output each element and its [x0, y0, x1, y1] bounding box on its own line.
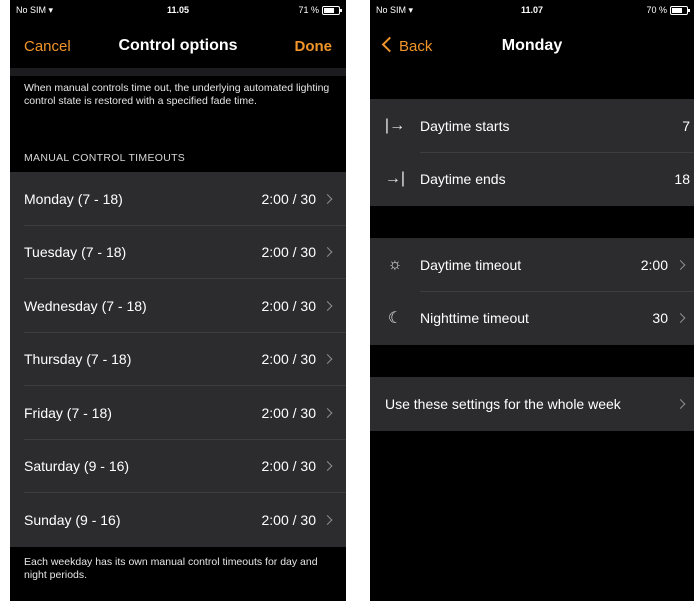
done-button[interactable]: Done: [295, 38, 333, 55]
sun-icon: ☼: [387, 255, 403, 273]
control-options-screen: No SIM ▾ 11.05 71 % Cancel Control optio…: [10, 0, 346, 601]
chevron-right-icon: [322, 247, 333, 258]
navigation-bar: Cancel Control options Done: [10, 22, 346, 68]
moon-icon: ☾: [387, 310, 403, 328]
navigation-bar: Back Monday: [370, 22, 694, 68]
list-item-saturday[interactable]: Saturday (9 - 16) 2:00 / 30: [10, 439, 346, 493]
day-list: Monday (7 - 18) 2:00 / 30 Tuesday (7 - 1…: [10, 172, 346, 547]
clock: 11.07: [520, 5, 544, 15]
apply-whole-week-row[interactable]: Use these settings for the whole week: [370, 377, 694, 431]
battery-indicator: 71 %: [298, 5, 342, 15]
status-bar: No SIM ▾ 11.07 70 %: [370, 0, 694, 22]
intro-text: When manual controls time out, the under…: [24, 82, 330, 107]
chevron-right-icon: [322, 300, 333, 311]
daytime-start-icon: |→: [384, 116, 406, 134]
battery-icon: [322, 5, 342, 15]
battery-indicator: 70 %: [646, 5, 690, 15]
battery-icon: [670, 5, 690, 15]
chevron-right-icon: [322, 461, 333, 472]
chevron-right-icon: [322, 514, 333, 525]
list-item-tuesday[interactable]: Tuesday (7 - 18) 2:00 / 30: [10, 225, 346, 279]
week-group: Use these settings for the whole week: [370, 377, 694, 431]
clock: 11.05: [166, 5, 190, 15]
daytime-ends-row[interactable]: →| Daytime ends 18: [370, 152, 694, 206]
daytime-timeout-row[interactable]: ☼ Daytime timeout 2:00: [370, 238, 694, 292]
list-item-sunday[interactable]: Sunday (9 - 16) 2:00 / 30: [10, 493, 346, 547]
chevron-right-icon: [675, 259, 686, 270]
list-item-thursday[interactable]: Thursday (7 - 18) 2:00 / 30: [10, 332, 346, 386]
footer-text: Each weekday has its own manual control …: [24, 556, 318, 581]
chevron-right-icon: [322, 407, 333, 418]
chevron-right-icon: [675, 398, 686, 409]
status-bar: No SIM ▾ 11.05 71 %: [10, 0, 346, 22]
daytime-group: |→ Daytime starts 7 →| Daytime ends 18: [370, 99, 694, 206]
daytime-starts-row[interactable]: |→ Daytime starts 7: [370, 99, 694, 153]
page-title: Monday: [501, 37, 563, 54]
list-item-friday[interactable]: Friday (7 - 18) 2:00 / 30: [10, 386, 346, 440]
list-item-wednesday[interactable]: Wednesday (7 - 18) 2:00 / 30: [10, 279, 346, 333]
timeout-group: ☼ Daytime timeout 2:00 ☾ Nighttime timeo…: [370, 238, 694, 345]
chevron-right-icon: [322, 354, 333, 365]
nighttime-timeout-row[interactable]: ☾ Nighttime timeout 30: [370, 291, 694, 345]
divider: [10, 68, 346, 76]
monday-screen: No SIM ▾ 11.07 70 % Back Monday |→ Dayti…: [370, 0, 694, 601]
daytime-end-icon: →|: [384, 170, 406, 188]
chevron-right-icon: [322, 193, 333, 204]
section-header: MANUAL CONTROL TIMEOUTS: [24, 152, 186, 164]
chevron-right-icon: [675, 313, 686, 324]
list-item-monday[interactable]: Monday (7 - 18) 2:00 / 30: [10, 172, 346, 226]
